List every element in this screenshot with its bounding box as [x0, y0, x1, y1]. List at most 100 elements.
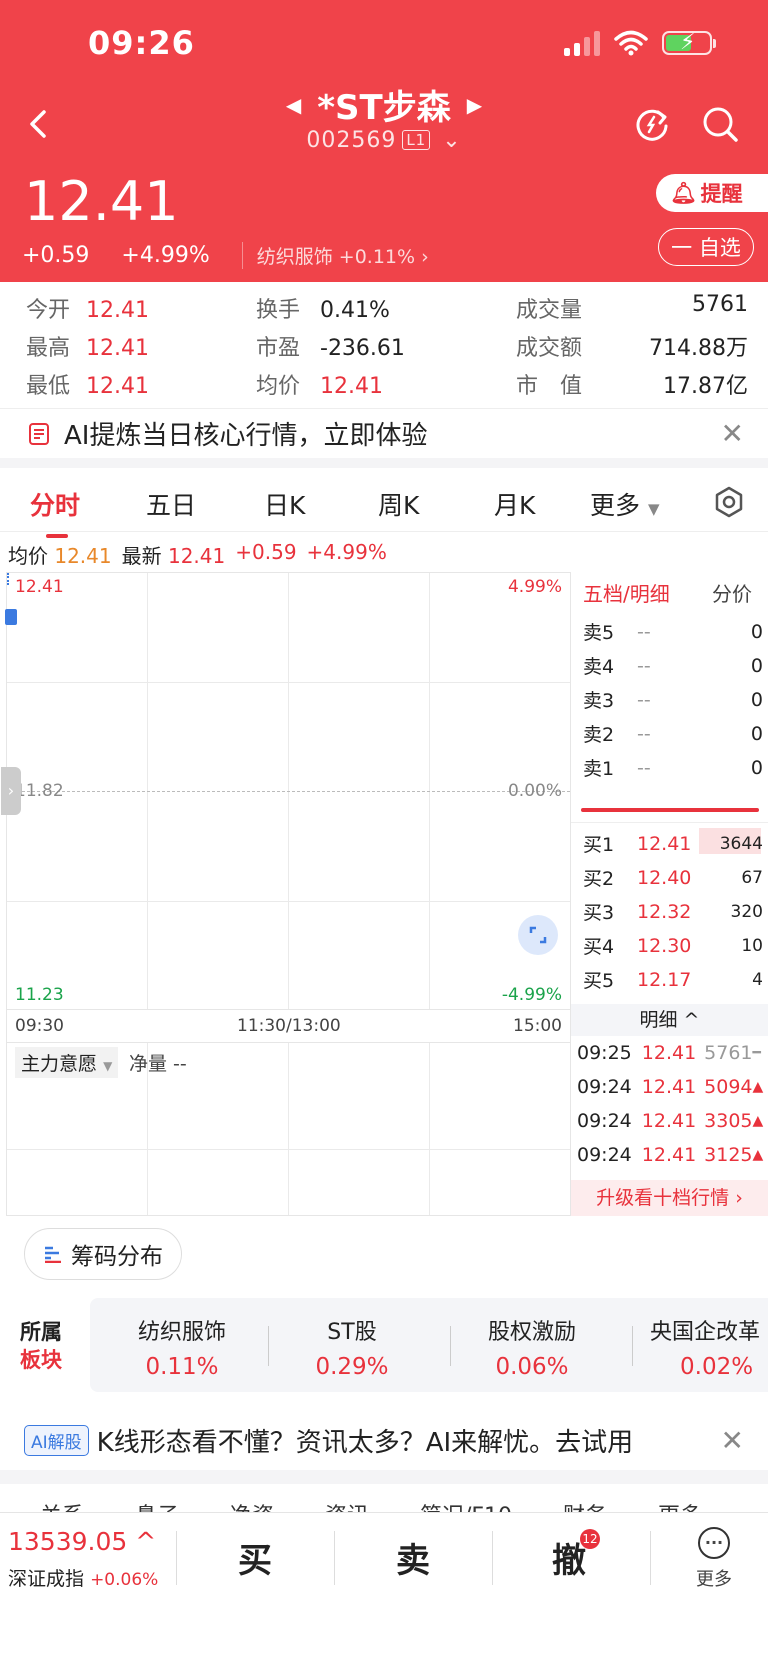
ai-banner-text: AI提炼当日核心行情，立即体验 [64, 421, 428, 451]
stat-low: 最低 12.41 [26, 374, 149, 399]
stat-volume: 成交量 5761 [516, 292, 748, 323]
settings-icon[interactable] [714, 486, 744, 518]
cancel-order-button[interactable]: 撤 12 [552, 1529, 600, 1582]
bid-row: 买1 12.41 3644 [583, 832, 763, 857]
tab-price-distribution[interactable]: 分价 [712, 578, 752, 607]
pct-label-bottom: -4.99% [501, 985, 562, 1005]
ask-row: 卖5 -- 0 [583, 620, 763, 645]
chart-tabs: 分时 五日 日K 周K 月K 更多 ▼ [0, 472, 768, 538]
tick-row: 09:24 12.41 5094 ▲ [577, 1076, 764, 1098]
sell-button[interactable]: 卖 [396, 1533, 430, 1582]
avg-label: 均价 12.41 [8, 544, 112, 568]
ai-analysis-bar[interactable]: AI解股 K线形态看不懂？资讯太多？AI来解忧。去试用 ✕ [0, 1410, 768, 1470]
stock-title[interactable]: ◀ *ST步森 ▶ [286, 80, 482, 129]
wifi-icon [614, 30, 648, 56]
time-axis: 09:30 11:30/13:00 15:00 [6, 1010, 570, 1043]
ai-tag: AI解股 [24, 1424, 89, 1456]
index-ticker[interactable]: 13539.05 ^ 深证成指 +0.06% [8, 1527, 158, 1591]
close-icon[interactable]: ✕ [721, 1424, 744, 1457]
battery-icon: ⚡ [662, 30, 716, 55]
dropdown-icon: ▼ [647, 500, 660, 518]
stat-high: 最高 12.41 [26, 336, 149, 361]
bid-row: 买5 12.17 4 [583, 968, 763, 993]
order-book-panel: 五档/明细 分价 卖5 -- 0 卖4 -- 0 卖3 -- 0 卖2 -- 0 卖1 -- 0 买… [570, 572, 768, 1216]
bid-row: 买3 12.32 320 [583, 900, 763, 925]
buy-button[interactable]: 买 [238, 1533, 272, 1582]
chip-distribution-button[interactable]: 筹码分布 [24, 1228, 182, 1280]
sector-item[interactable]: 央国企改革 0.02% [650, 1314, 768, 1380]
upgrade-ten-level-button[interactable]: 升级看十档行情 › [571, 1180, 768, 1216]
latest-label: 最新 12.41 [121, 544, 226, 568]
stat-turnover: 换手 0.41% [256, 298, 390, 323]
close-icon[interactable]: ✕ [721, 417, 744, 450]
intraday-chart[interactable]: 12.41 11.82 11.23 4.99% 0.00% -4.99% › [1, 572, 570, 1010]
stat-open: 今开 12.41 [26, 298, 149, 323]
stock-header: 09:26 ⚡ ◀ *ST步森 ▶ 002569 L1 ⌄ 12.41 +0.5… [0, 0, 768, 282]
current-price: 12.41 [24, 170, 179, 233]
chevron-down-icon: ⌄ [442, 128, 462, 153]
time-label-open: 09:30 [15, 1016, 64, 1036]
detail-toggle[interactable]: 明细 ^ [571, 1004, 768, 1036]
ask-row: 卖4 -- 0 [583, 654, 763, 679]
pct-label-mid: 0.00% [507, 781, 562, 801]
indicator-select[interactable]: 主力意愿 ▼ [15, 1047, 119, 1078]
tab-day-k[interactable]: 日K [264, 486, 305, 522]
time-label-close: 15:00 [513, 1016, 562, 1036]
refresh-icon[interactable] [632, 104, 672, 144]
tab-week-k[interactable]: 周K [378, 486, 419, 522]
tab-order-book[interactable]: 五档/明细 [583, 578, 670, 607]
remind-button[interactable]: 🔔︎ 提醒 [656, 174, 768, 212]
info-tabs-peek: 关系 鼻子 净资 资讯 简况/F10 财务 更多 [0, 1494, 768, 1512]
document-icon [29, 422, 49, 445]
related-sectors: 所属 板块 纺织服饰 0.11% ST股 0.29% 股权激励 0.06% 央国企改革… [0, 1298, 768, 1392]
price-label-top: 12.41 [15, 577, 64, 597]
tab-more[interactable]: 更多 ▼ [590, 486, 660, 522]
price-change: +0.59 [22, 243, 90, 268]
stat-market-cap: 市 值 17.87亿 [516, 374, 748, 399]
next-stock-icon[interactable]: ▶ [467, 93, 482, 117]
ai-banner[interactable]: AI提炼当日核心行情，立即体验 ✕ [0, 408, 768, 468]
tab-five-day[interactable]: 五日 [146, 486, 196, 522]
tab-intraday[interactable]: 分时 [30, 486, 80, 538]
net-volume: 净量 -- [129, 1053, 187, 1075]
bid-row: 买2 12.40 67 [583, 866, 763, 891]
chip-bars-icon [45, 1246, 61, 1263]
sector-item[interactable]: 股权激励 0.06% [468, 1314, 596, 1380]
more-dots-icon: ··· [698, 1527, 730, 1559]
sector-item[interactable]: ST股 0.29% [288, 1314, 416, 1380]
quote-stats: 今开 12.41 最高 12.41 最低 12.41 换手 0.41% 市盈 -236.6… [0, 282, 768, 408]
tick-row: 09:24 12.41 3305 ▲ [577, 1110, 764, 1132]
prev-stock-icon[interactable]: ◀ [286, 93, 301, 117]
fullscreen-button[interactable] [518, 915, 558, 955]
level-badge: L1 [402, 130, 431, 150]
stat-amount: 成交额 714.88万 [516, 336, 748, 361]
bell-icon: 🔔︎ [670, 180, 697, 205]
stock-name: *ST步森 [317, 88, 451, 128]
tab-month-k[interactable]: 月K [494, 486, 535, 522]
status-icons: ⚡ [564, 30, 716, 56]
chart-change: +0.59 [235, 540, 297, 564]
price-change-pct: +4.99% [121, 243, 210, 268]
stat-avg-price: 均价 12.41 [256, 374, 383, 399]
industry-link[interactable]: 纺织服饰 +0.11% › [241, 242, 429, 269]
add-favorite-button[interactable]: 一 自选 [658, 228, 754, 266]
sector-list: 纺织服饰 0.11% ST股 0.29% 股权激励 0.06% 央国企改革 0.02% [90, 1298, 768, 1392]
chart-change-pct: +4.99% [306, 540, 387, 564]
expand-handle[interactable]: › [1, 767, 21, 815]
stat-pe: 市盈 -236.61 [256, 336, 405, 361]
sector-item[interactable]: 纺织服饰 0.11% [118, 1314, 246, 1380]
more-button[interactable]: ··· 更多 [696, 1527, 732, 1591]
stock-code: 002569 [306, 128, 397, 153]
sector-side-label: 所属 板块 [20, 1320, 62, 1372]
ask-row: 卖3 -- 0 [583, 688, 763, 713]
cancel-badge: 12 [580, 1529, 600, 1549]
chart-info-row: 均价 12.41 最新 12.41 +0.59 +4.99% [8, 540, 387, 569]
ask-row: 卖1 -- 0 [583, 756, 763, 781]
bid-row: 买4 12.30 10 [583, 934, 763, 959]
time-label-mid: 11:30/13:00 [237, 1016, 341, 1036]
search-icon[interactable] [700, 104, 740, 144]
price-label-bottom: 11.23 [15, 985, 64, 1005]
volume-chart[interactable]: 主力意愿 ▼ 净量 -- [6, 1043, 570, 1216]
status-time: 09:26 [88, 24, 195, 62]
bottom-trade-bar: 13539.05 ^ 深证成指 +0.06% 买 卖 撤 12 ··· 更多 [0, 1512, 768, 1662]
